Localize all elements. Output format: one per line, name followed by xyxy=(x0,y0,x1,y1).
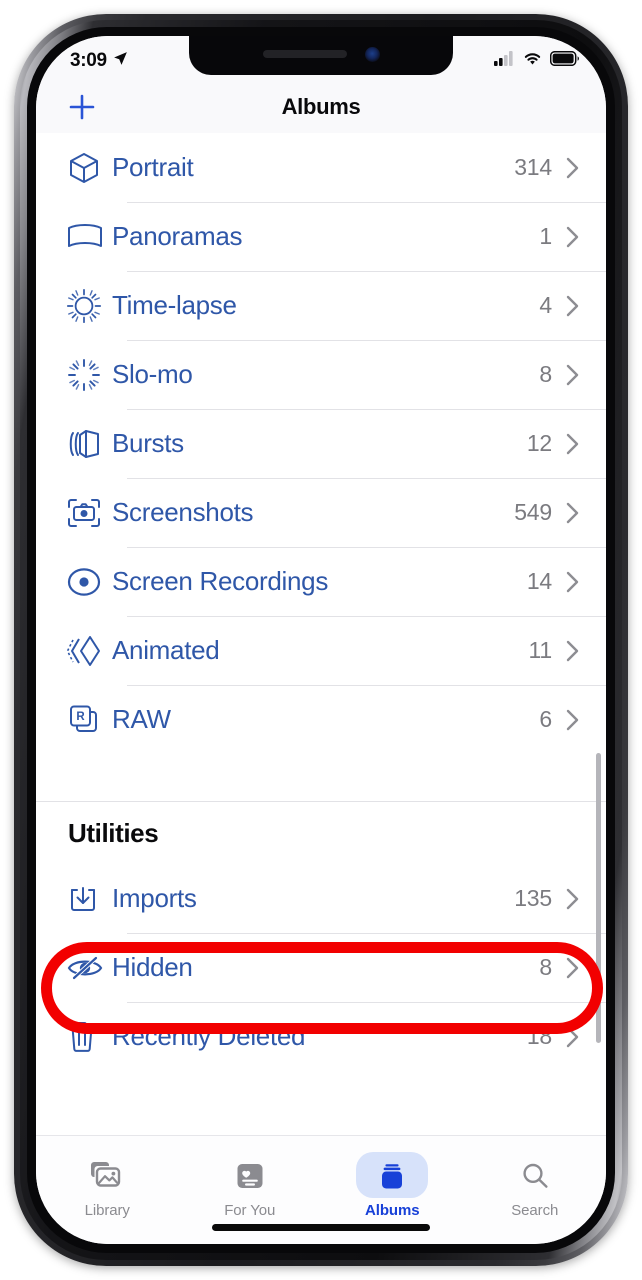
library-photos-icon xyxy=(90,1160,124,1192)
search-magnifier-icon xyxy=(520,1160,550,1192)
front-camera-icon xyxy=(365,47,380,62)
list-item-label: Panoramas xyxy=(112,221,243,251)
tab-label: Albums xyxy=(365,1202,420,1219)
list-item-screen-recordings[interactable]: Screen Recordings 14 xyxy=(36,547,606,616)
home-indicator[interactable] xyxy=(212,1224,430,1231)
tab-for-you-pill xyxy=(215,1152,285,1198)
status-bar-left: 3:09 xyxy=(70,50,129,72)
raw-icon: R xyxy=(66,703,112,737)
timelapse-icon xyxy=(66,288,112,324)
list-item-hidden[interactable]: Hidden 8 xyxy=(36,933,606,1002)
list-item-imports[interactable]: Imports 135 xyxy=(36,864,606,933)
bursts-icon xyxy=(66,427,112,461)
location-arrow-icon xyxy=(112,50,129,72)
clock-time: 3:09 xyxy=(70,50,107,71)
scroll-indicator[interactable] xyxy=(596,753,601,1043)
wifi-icon xyxy=(522,51,543,71)
screenshots-camera-icon xyxy=(66,497,112,529)
list-item-slo-mo[interactable]: Slo-mo 8 xyxy=(36,340,606,409)
list-item-count: 8 xyxy=(539,954,552,980)
svg-text:R: R xyxy=(76,711,85,723)
chevron-right-icon xyxy=(566,295,580,317)
tab-search-pill xyxy=(500,1152,570,1198)
tab-label: For You xyxy=(224,1202,276,1219)
tab-label: Search xyxy=(511,1202,559,1219)
list-item-count: 12 xyxy=(526,430,552,456)
chevron-right-icon xyxy=(566,888,580,910)
tab-albums[interactable]: Albums xyxy=(321,1146,464,1219)
tab-albums-pill xyxy=(356,1152,429,1198)
screenshot-stage: 3:09 Albums Portrait 314 Panoramas 1 Tim… xyxy=(0,0,642,1280)
list-item-count: 135 xyxy=(514,885,552,911)
hidden-eye-slash-icon xyxy=(66,954,112,982)
chevron-right-icon xyxy=(566,502,580,524)
list-item-portrait[interactable]: Portrait 314 xyxy=(36,133,606,202)
navigation-bar: Albums xyxy=(36,80,606,133)
status-bar-right xyxy=(494,50,580,71)
list-item-time-lapse[interactable]: Time-lapse 4 xyxy=(36,271,606,340)
list-item-label: Slo-mo xyxy=(112,359,193,389)
portrait-cube-icon xyxy=(66,150,112,186)
list-item-count: 14 xyxy=(526,568,552,594)
list-item-label: RAW xyxy=(112,704,171,734)
list-item-count: 1 xyxy=(539,223,552,249)
phone-screen: 3:09 Albums Portrait 314 Panoramas 1 Tim… xyxy=(36,36,606,1244)
albums-list[interactable]: Portrait 314 Panoramas 1 Time-lapse 4 Sl… xyxy=(36,133,606,1135)
list-item-count: 11 xyxy=(528,637,553,663)
cellular-signal-icon xyxy=(494,51,515,71)
chevron-right-icon xyxy=(566,1026,580,1048)
list-item-label: Screenshots xyxy=(112,497,254,527)
tab-label: Library xyxy=(84,1202,130,1219)
imports-download-icon xyxy=(66,882,112,916)
list-item-label: Recently Deleted xyxy=(112,1021,306,1051)
section-header-utilities: Utilities xyxy=(36,802,606,864)
list-item-label: Time-lapse xyxy=(112,290,237,320)
panorama-icon xyxy=(66,222,112,252)
notch xyxy=(189,36,453,75)
tab-library-pill xyxy=(70,1152,144,1198)
list-item-label: Imports xyxy=(112,883,197,913)
list-item-raw[interactable]: R RAW 6 xyxy=(36,685,606,754)
list-item-recently-deleted[interactable]: Recently Deleted 18 xyxy=(36,1002,606,1071)
chevron-right-icon xyxy=(566,640,580,662)
list-item-bursts[interactable]: Bursts 12 xyxy=(36,409,606,478)
section-divider xyxy=(36,754,606,802)
screen-recordings-icon xyxy=(66,564,112,600)
list-item-panoramas[interactable]: Panoramas 1 xyxy=(36,202,606,271)
list-item-label: Hidden xyxy=(112,952,193,982)
earpiece-speaker xyxy=(263,50,347,58)
chevron-right-icon xyxy=(566,957,580,979)
chevron-right-icon xyxy=(566,709,580,731)
for-you-heart-icon xyxy=(235,1160,265,1192)
list-item-count: 18 xyxy=(526,1023,552,1049)
animated-icon xyxy=(66,634,112,668)
list-item-count: 549 xyxy=(514,499,552,525)
trash-icon xyxy=(66,1020,112,1054)
chevron-right-icon xyxy=(566,226,580,248)
page-title: Albums xyxy=(281,93,361,119)
chevron-right-icon xyxy=(566,364,580,386)
list-item-label: Screen Recordings xyxy=(112,566,329,596)
list-item-label: Animated xyxy=(112,635,220,665)
list-item-count: 6 xyxy=(539,706,552,732)
tab-for-you[interactable]: For You xyxy=(179,1146,322,1219)
list-item-count: 4 xyxy=(539,292,552,318)
list-item-label: Bursts xyxy=(112,428,184,458)
chevron-right-icon xyxy=(566,571,580,593)
list-item-animated[interactable]: Animated 11 xyxy=(36,616,606,685)
albums-stack-icon xyxy=(376,1160,408,1192)
tab-library[interactable]: Library xyxy=(36,1146,179,1219)
tab-search[interactable]: Search xyxy=(464,1146,607,1219)
plus-icon xyxy=(69,94,95,119)
chevron-right-icon xyxy=(566,433,580,455)
list-item-label: Portrait xyxy=(112,152,194,182)
battery-icon xyxy=(549,50,580,71)
list-item-count: 314 xyxy=(514,154,552,180)
slomo-icon xyxy=(66,357,112,393)
list-item-screenshots[interactable]: Screenshots 549 xyxy=(36,478,606,547)
list-item-count: 8 xyxy=(539,361,552,387)
add-album-button[interactable] xyxy=(62,87,102,127)
chevron-right-icon xyxy=(566,157,580,179)
